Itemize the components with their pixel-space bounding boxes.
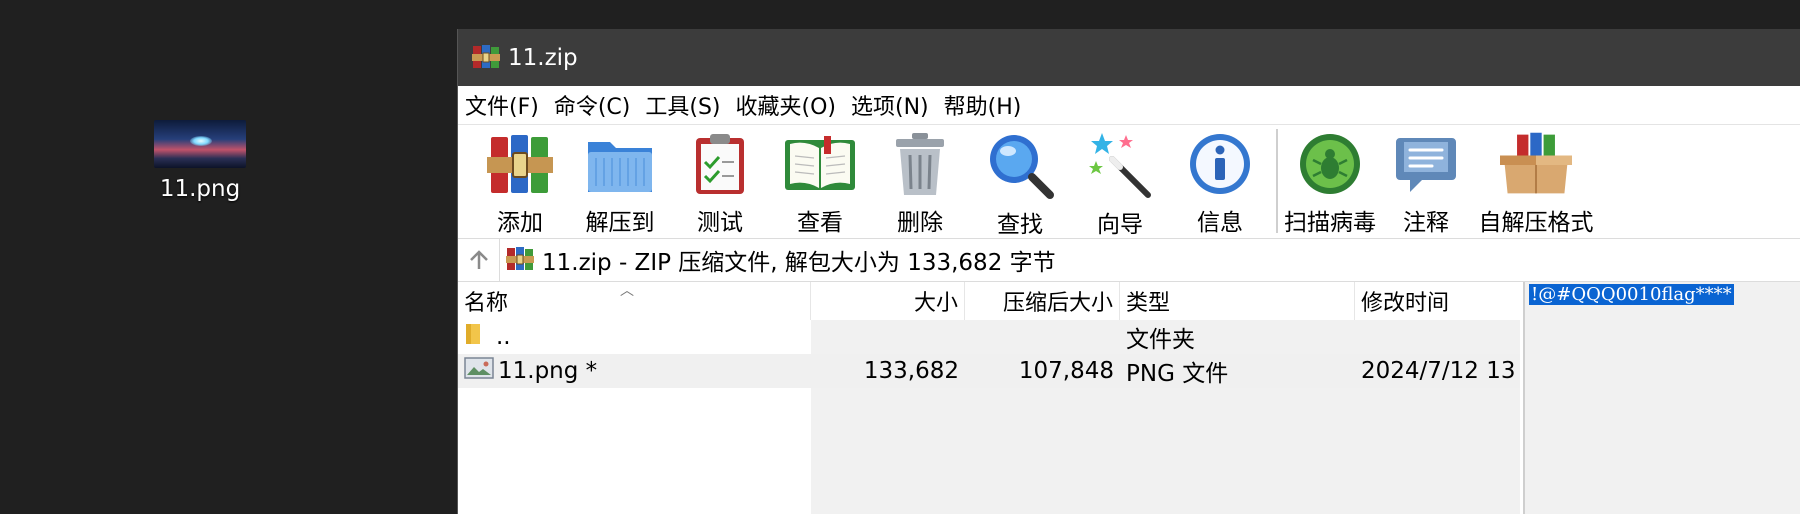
main-content: ︿ 名称 大小 压缩后大小 类型 修改时间 .. 文件夹 11.png * 13… [458, 282, 1800, 514]
title-bar[interactable]: 11.zip [458, 29, 1800, 86]
column-type[interactable]: 类型 [1120, 282, 1355, 320]
find-button[interactable]: 查找 [970, 125, 1070, 238]
file-size: 133,682 [863, 358, 959, 384]
window-title: 11.zip [508, 44, 578, 71]
delete-button[interactable]: 删除 [870, 125, 970, 237]
view-button[interactable]: 查看 [770, 125, 870, 237]
virus-scan-icon [1294, 131, 1366, 197]
info-icon [1184, 131, 1256, 197]
speech-bubble-icon [1390, 131, 1462, 197]
comment-button[interactable]: 注释 [1376, 125, 1476, 237]
menu-tools[interactable]: 工具(S) [645, 89, 720, 121]
menu-commands[interactable]: 命令(C) [554, 89, 631, 121]
desktop-file-icon[interactable]: 11.png [148, 118, 252, 202]
test-label: 测试 [697, 210, 743, 236]
archive-comment-pane[interactable]: !@#QQQ0010flag**** [1523, 282, 1800, 514]
add-label: 添加 [497, 210, 543, 236]
wizard-button[interactable]: 向导 [1070, 125, 1170, 238]
extract-folder-icon [584, 131, 656, 197]
sfx-box-icon [1500, 131, 1572, 197]
winrar-window: 11.zip 文件(F) 命令(C) 工具(S) 收藏夹(O) 选项(N) 帮助… [457, 29, 1800, 514]
extract-to-button[interactable]: 解压到 [570, 125, 670, 237]
up-one-level-button[interactable] [458, 239, 500, 281]
table-row[interactable]: 11.png * 133,682 107,848 PNG 文件 2024/7/1… [458, 354, 1520, 388]
wizard-label: 向导 [1097, 212, 1143, 238]
file-name: 11.png * [498, 358, 598, 384]
arrow-up-icon [469, 250, 488, 269]
extract-to-label: 解压到 [585, 210, 655, 236]
menu-favorites[interactable]: 收藏夹(O) [736, 89, 836, 121]
image-file-icon [464, 357, 498, 385]
sfx-button[interactable]: 自解压格式 [1476, 125, 1596, 237]
archive-comment-text[interactable]: !@#QQQ0010flag**** [1529, 284, 1734, 305]
info-label: 信息 [1197, 210, 1243, 236]
open-book-icon [784, 131, 856, 197]
scan-virus-button[interactable]: 扫描病毒 [1284, 125, 1376, 237]
file-modified: 2024/7/12 13 [1361, 358, 1516, 384]
test-button[interactable]: 测试 [670, 125, 770, 237]
column-size[interactable]: 大小 [811, 282, 965, 320]
sfx-label: 自解压格式 [1478, 210, 1594, 236]
menu-help[interactable]: 帮助(H) [944, 89, 1022, 121]
file-type: 文件夹 [1126, 327, 1195, 353]
column-packed[interactable]: 压缩后大小 [965, 282, 1120, 320]
archive-icon [506, 244, 534, 276]
toolbar-separator [1276, 129, 1278, 233]
menu-options[interactable]: 选项(N) [851, 89, 929, 121]
image-thumbnail [154, 120, 246, 168]
folder-icon [464, 322, 496, 352]
magic-wand-icon [1084, 131, 1156, 199]
address-bar: 11.zip - ZIP 压缩文件, 解包大小为 133,682 字节 [458, 238, 1800, 282]
archive-path: 11.zip - ZIP 压缩文件, 解包大小为 133,682 字节 [542, 250, 1056, 276]
add-archive-icon [484, 131, 556, 197]
column-modified[interactable]: 修改时间 [1355, 282, 1520, 320]
desktop-file-label: 11.png [159, 176, 241, 202]
winrar-logo-icon [472, 42, 500, 74]
file-list-header: ︿ 名称 大小 压缩后大小 类型 修改时间 [458, 282, 1520, 320]
delete-label: 删除 [897, 210, 943, 236]
info-button[interactable]: 信息 [1170, 125, 1270, 237]
file-list: ︿ 名称 大小 压缩后大小 类型 修改时间 .. 文件夹 11.png * 13… [458, 282, 1520, 514]
file-type: PNG 文件 [1126, 361, 1229, 387]
file-name: .. [496, 324, 511, 350]
trash-bin-icon [884, 131, 956, 197]
file-packed-size: 107,848 [1018, 358, 1114, 384]
add-button[interactable]: 添加 [470, 125, 570, 237]
find-label: 查找 [997, 212, 1043, 238]
toolbar: 添加 解压到 测试 查看 删除 查找 向导 信息 扫描病毒 注释 自解压格式 [458, 124, 1800, 238]
magnifier-icon [984, 131, 1056, 199]
menu-file[interactable]: 文件(F) [465, 89, 539, 121]
clipboard-check-icon [684, 131, 756, 197]
view-label: 查看 [797, 210, 843, 236]
sort-ascending-icon: ︿ [620, 283, 634, 299]
table-row[interactable]: .. 文件夹 [458, 320, 1520, 354]
scan-virus-label: 扫描病毒 [1284, 210, 1376, 236]
menu-bar: 文件(F) 命令(C) 工具(S) 收藏夹(O) 选项(N) 帮助(H) [458, 86, 1800, 124]
column-name[interactable]: 名称 [458, 282, 811, 320]
comment-label: 注释 [1403, 210, 1449, 236]
